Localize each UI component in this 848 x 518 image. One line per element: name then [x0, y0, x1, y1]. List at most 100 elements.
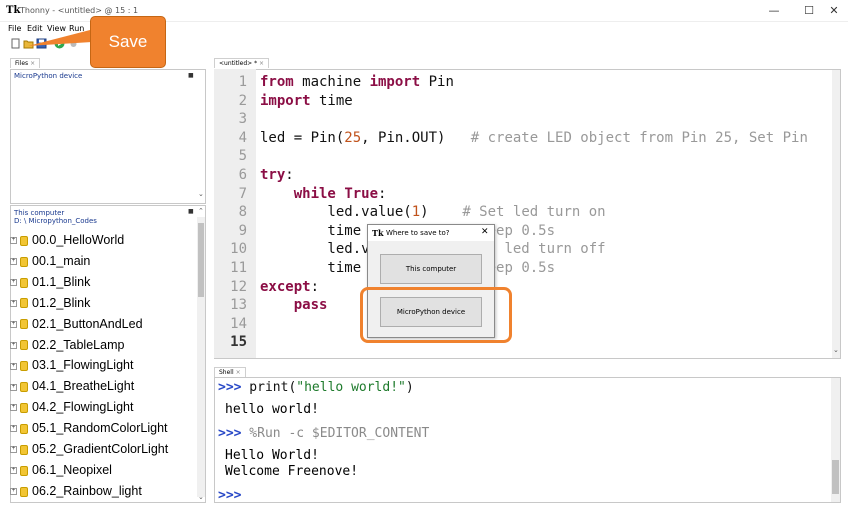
file-tree-item[interactable]: +05.1_RandomColorLight — [10, 418, 168, 439]
code-line[interactable]: led.value(1) # Set led turn on — [260, 203, 605, 222]
scroll-down-icon[interactable]: ⌄ — [198, 493, 204, 501]
file-tree-item[interactable]: +02.1_ButtonAndLed — [10, 314, 143, 335]
tab-untitled[interactable]: <untitled> * × — [214, 58, 270, 68]
file-tree-item-label: 05.1_RandomColorLight — [32, 421, 168, 436]
dialog-close-button[interactable]: ✕ — [481, 227, 489, 237]
close-icon[interactable]: × — [30, 60, 35, 67]
expand-icon[interactable]: + — [10, 341, 17, 349]
line-number: 2 — [238, 92, 247, 109]
code-token: led.v — [260, 241, 370, 258]
new-file-icon[interactable] — [10, 38, 21, 49]
panel-menu-icon[interactable]: ■ — [188, 72, 194, 79]
editor-tab-header: <untitled> * × — [214, 58, 814, 69]
folder-icon — [20, 340, 28, 351]
tree-scrollbar[interactable] — [197, 217, 205, 497]
code-line[interactable]: while True: — [260, 185, 387, 204]
line-number: 11 — [230, 260, 247, 276]
code-line[interactable]: from machine import Pin — [260, 73, 454, 92]
expand-icon[interactable]: + — [10, 258, 17, 266]
scroll-down-icon[interactable]: ⌄ — [833, 346, 839, 354]
file-tree-item[interactable]: +06.2_Rainbow_light — [10, 481, 142, 502]
file-tree-item-label: 00.0_HelloWorld — [32, 233, 125, 247]
line-number: 5 — [238, 148, 247, 165]
callout-pointer — [28, 30, 92, 46]
code-token: import — [260, 92, 311, 109]
shell-scrollbar[interactable] — [831, 378, 840, 502]
folder-icon — [20, 361, 28, 372]
close-window-button[interactable]: ✕ — [820, 3, 848, 19]
code-token: led = Pin( — [260, 129, 345, 146]
expand-icon[interactable]: + — [10, 488, 17, 495]
close-icon[interactable]: × — [259, 60, 264, 67]
expand-icon[interactable]: + — [10, 320, 17, 328]
shell-prompt: >>> — [218, 380, 242, 395]
code-token: 1 — [411, 204, 421, 221]
code-token: led.value( — [260, 204, 412, 221]
close-icon[interactable]: × — [236, 369, 241, 376]
file-tree-item-label: 02.2_TableLamp — [32, 337, 125, 352]
expand-icon[interactable]: + — [10, 383, 17, 391]
file-tree-item[interactable]: +05.2_GradientColorLight — [10, 439, 168, 460]
expand-icon[interactable]: + — [10, 404, 17, 412]
file-tree-item-label: 02.1_ButtonAndLed — [32, 316, 143, 331]
line-number: 9 — [238, 222, 247, 239]
expand-icon[interactable]: + — [10, 299, 17, 307]
file-tree-item[interactable]: +01.2_Blink — [10, 293, 90, 314]
editor-scrollbar[interactable] — [832, 70, 840, 358]
tab-files[interactable]: Files × — [10, 58, 41, 68]
menu-file[interactable]: File — [8, 24, 21, 34]
minimize-button[interactable]: — — [760, 3, 788, 19]
code-line[interactable]: try: — [260, 166, 294, 185]
code-token: et led turn off — [479, 241, 606, 258]
device-label: MicroPython device — [14, 72, 83, 80]
tab-untitled-label: <untitled> * — [219, 60, 258, 67]
line-number: 10 — [230, 241, 247, 258]
file-tree-item[interactable]: +04.1_BreatheLight — [10, 376, 134, 397]
code-token: ) — [420, 204, 463, 221]
code-line[interactable]: import time — [260, 92, 353, 111]
thonny-app-icon: Tk — [6, 5, 21, 16]
code-line[interactable]: pass — [260, 296, 328, 315]
maximize-button[interactable]: ☐ — [795, 3, 823, 19]
file-tree-item[interactable]: +00.0_HelloWorld — [10, 230, 124, 251]
code-line[interactable]: led = Pin(25, Pin.OUT) # create LED obje… — [260, 129, 808, 148]
code-token: , Pin.OUT) — [361, 129, 471, 146]
shell-input-prompt[interactable]: >>> — [218, 486, 241, 506]
file-tree-item-label: 01.1_Blink — [32, 274, 91, 289]
file-tree-item[interactable]: +01.1_Blink — [10, 272, 90, 293]
file-tree-item-label: 06.2_Rainbow_light — [32, 483, 142, 498]
panel-menu-icon[interactable]: ■ — [188, 208, 194, 215]
shell-prompt: >>> — [218, 488, 242, 503]
scroll-down-icon[interactable]: ⌄ — [198, 190, 204, 198]
line-number: 7 — [238, 185, 247, 202]
expand-icon[interactable]: + — [10, 279, 17, 286]
file-tree-item[interactable]: +02.2_TableLamp — [10, 335, 124, 356]
shell-scrollbar-thumb[interactable] — [832, 460, 839, 494]
tree-scrollbar-thumb[interactable] — [198, 223, 204, 297]
file-tree-item[interactable]: +04.2_FlowingLight — [10, 397, 133, 418]
code-token: while — [293, 185, 336, 202]
code-token: Pin — [420, 74, 454, 90]
scroll-up-icon[interactable]: ⌃ — [198, 207, 204, 215]
expand-icon[interactable]: + — [10, 446, 17, 454]
expand-icon[interactable]: + — [10, 467, 17, 475]
line-number: 12 — [230, 278, 247, 295]
line-number: 14 — [230, 315, 247, 332]
folder-icon — [20, 298, 28, 309]
file-tree-item[interactable]: +03.1_FlowingLight — [10, 355, 133, 376]
file-tree-item[interactable]: +06.1_Neopixel — [10, 460, 112, 481]
expand-icon[interactable]: + — [10, 425, 17, 433]
this-computer-button[interactable]: This computer — [380, 254, 482, 284]
thonny-app-icon: Tk — [372, 228, 384, 238]
tab-shell[interactable]: Shell × — [214, 367, 246, 377]
file-tree-item[interactable]: +00.1_main — [10, 251, 90, 272]
expand-icon[interactable]: + — [10, 237, 17, 245]
shell-prompt: >>> — [218, 426, 242, 441]
code-token: pass — [293, 297, 328, 314]
file-tree-item-label: 04.1_BreatheLight — [32, 379, 135, 394]
code-line[interactable]: except: — [260, 278, 319, 297]
file-tree-item-label: 06.1_Neopixel — [32, 462, 112, 477]
expand-icon[interactable]: + — [10, 362, 17, 370]
file-tree-item-label: 04.2_FlowingLight — [32, 400, 134, 415]
